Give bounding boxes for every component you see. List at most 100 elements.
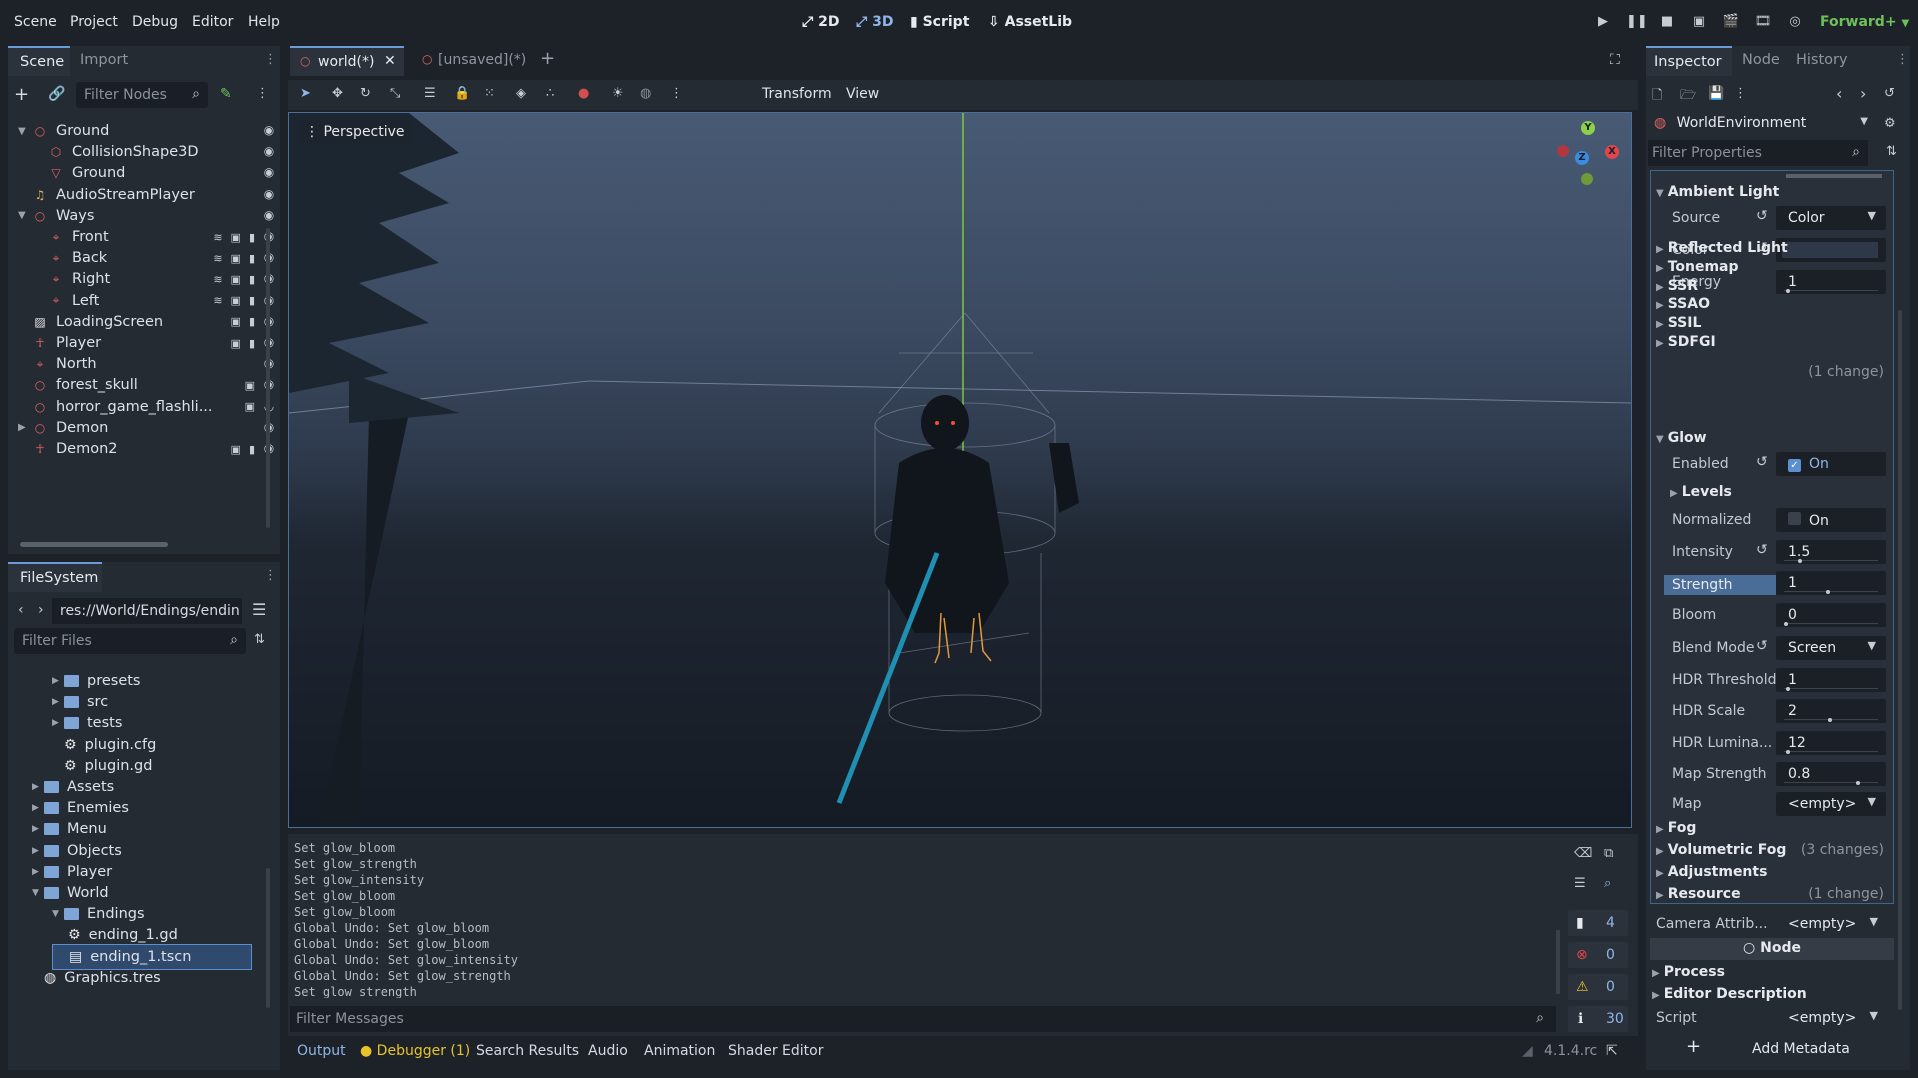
normalized-checkbox[interactable]: On <box>1776 508 1886 532</box>
script-icon[interactable]: ▮ <box>249 443 255 456</box>
local-space-icon[interactable]: ◈ <box>516 86 526 101</box>
more-icon[interactable]: ⋮ <box>1734 86 1747 101</box>
prop-value-field[interactable]: 12 <box>1776 730 1886 755</box>
group-icon[interactable]: ⁙ <box>484 86 495 101</box>
script-icon[interactable]: ▮ <box>249 252 255 265</box>
blend-mode-dropdown[interactable]: Screen ▼ <box>1776 636 1886 660</box>
prop-value-field[interactable]: 2 <box>1776 699 1886 724</box>
gizmo-y[interactable]: Y <box>1581 121 1595 135</box>
transform-menu[interactable]: Transform <box>762 86 832 102</box>
filter-properties-input[interactable]: Filter Properties ⌕ <box>1648 140 1868 166</box>
script-icon[interactable]: ▮ <box>249 337 255 350</box>
tab-debugger[interactable]: ● Debugger (1) <box>360 1043 470 1059</box>
mode-script-button[interactable]: ▮ Script <box>910 14 969 30</box>
prop-value-field[interactable]: 1 <box>1776 668 1886 692</box>
section-ssao[interactable]: ▶ SSAO <box>1656 296 1710 312</box>
tab-animation[interactable]: Animation <box>644 1043 715 1059</box>
camera-attributes-picker[interactable]: <empty> ▼ <box>1776 912 1888 936</box>
path-field[interactable]: res://World/Endings/endin <box>52 598 242 624</box>
prop-value-field[interactable]: 0.8 <box>1776 761 1886 786</box>
section-levels[interactable]: ▶ Levels <box>1670 484 1732 500</box>
scene-instance-icon[interactable]: ▣ <box>231 337 241 350</box>
menu-project[interactable]: Project <box>70 14 118 30</box>
filter-messages-input[interactable]: Filter Messages ⌕ <box>290 1006 1556 1032</box>
gizmo-neg-x[interactable] <box>1557 145 1569 157</box>
tab-history[interactable]: History <box>1796 52 1848 68</box>
object-selector[interactable]: ◍ WorldEnvironment ▼ <box>1648 112 1874 136</box>
menu-debug[interactable]: Debug <box>132 14 178 30</box>
color-picker[interactable] <box>1776 238 1886 262</box>
pause-icon[interactable]: ❚❚ <box>1626 14 1648 32</box>
menu-help[interactable]: Help <box>248 14 280 30</box>
scene-instance-icon[interactable]: ▣ <box>231 315 241 328</box>
new-resource-icon[interactable]: 🗋 <box>1652 86 1662 108</box>
gizmo-x[interactable]: X <box>1605 145 1619 159</box>
prop-value-field[interactable]: 1 <box>1776 571 1886 596</box>
files-vscrollbar[interactable] <box>266 868 270 1008</box>
sort-icon[interactable]: ⇅ <box>254 632 265 647</box>
mode-3d-button[interactable]: ⤢ 3D <box>856 14 893 30</box>
view-menu[interactable]: View <box>846 86 879 102</box>
gizmo-neg-y[interactable] <box>1581 173 1593 185</box>
tab-search-results[interactable]: Search Results <box>476 1043 579 1059</box>
perspective-menu[interactable]: ⋮ Perspective <box>299 121 411 143</box>
script-picker[interactable]: <empty> ▼ <box>1776 1006 1888 1030</box>
chevron-right-icon[interactable]: ▶ <box>52 718 59 728</box>
chevron-right-icon[interactable]: ▶ <box>32 782 39 792</box>
dock-menu-icon[interactable]: ⋮ <box>264 52 277 67</box>
camera-override-icon[interactable]: ● <box>578 86 589 101</box>
add-metadata-button[interactable]: + Add Metadata <box>1680 1036 1858 1064</box>
move-tool-icon[interactable]: ✥ <box>332 86 343 101</box>
section-process[interactable]: ▶ Process <box>1652 964 1725 980</box>
reset-icon[interactable]: ↺ <box>1756 454 1768 470</box>
errors-counter[interactable]: ⊗ 0 <box>1568 942 1628 968</box>
forward-arrow-icon[interactable]: › <box>38 602 44 618</box>
tree-hscrollbar[interactable] <box>20 542 168 547</box>
more-icon[interactable]: ⋮ <box>670 86 683 101</box>
split-mode-icon[interactable]: ☰ <box>252 600 266 619</box>
lock-icon[interactable]: 🔒 <box>454 86 470 101</box>
scene-instance-icon[interactable]: ▣ <box>231 294 241 307</box>
filesystem-menu-icon[interactable]: ⋮ <box>264 568 277 583</box>
section-sdfgi[interactable]: ▶ SDFGI <box>1656 334 1716 350</box>
fullscreen-icon[interactable]: ⛶ <box>1610 52 1620 68</box>
tab-world[interactable]: ○ world(*) ✕ <box>290 46 404 76</box>
object-tools-icon[interactable]: ⚙ <box>1884 116 1896 131</box>
view-gizmo[interactable]: Y X Z <box>1551 121 1621 191</box>
close-icon[interactable]: ✕ <box>384 53 396 69</box>
clear-output-icon[interactable]: ⌫ <box>1574 846 1592 861</box>
signal-icon[interactable]: ≋ <box>213 273 222 286</box>
stop-icon[interactable]: ■ <box>1658 14 1676 32</box>
eye-icon[interactable]: ◉ <box>261 208 277 224</box>
3d-viewport[interactable]: ⋮ Perspective Y X Z <box>288 112 1632 828</box>
tab-audio[interactable]: Audio <box>588 1043 628 1059</box>
tree-row[interactable]: ☥Demon2▣▮◉ <box>32 436 277 462</box>
map-resource-picker[interactable]: <empty> ▼ <box>1776 792 1886 816</box>
section-reflected-light[interactable]: ▶ Reflected Light <box>1656 240 1788 256</box>
section-volumetric-fog[interactable]: ▶ Volumetric Fog <box>1656 842 1786 858</box>
script-icon[interactable]: ▮ <box>249 294 255 307</box>
menu-editor[interactable]: Editor <box>192 14 233 30</box>
eye-icon[interactable]: ◉ <box>261 165 277 181</box>
messages-counter[interactable]: ▮ 4 <box>1568 910 1628 936</box>
tab-node[interactable]: Node <box>1742 52 1780 68</box>
history-forward-icon[interactable]: › <box>1860 84 1866 103</box>
section-fog[interactable]: ▶ Fog <box>1656 820 1696 836</box>
scale-tool-icon[interactable]: ⤡ <box>390 86 400 101</box>
warnings-counter[interactable]: ⚠ 0 <box>1568 974 1628 1000</box>
reset-icon[interactable]: ↺ <box>1756 638 1768 654</box>
eye-icon[interactable]: ◉ <box>261 187 277 203</box>
movie-maker-icon[interactable]: ◎ <box>1786 14 1804 32</box>
reset-icon[interactable]: ↺ <box>1756 542 1768 558</box>
select-tool-icon[interactable]: ➤ <box>300 86 311 101</box>
collapse-icon[interactable]: ☰ <box>1574 876 1586 891</box>
prop-value-field[interactable]: 1.5 <box>1776 540 1886 564</box>
energy-field[interactable]: 1 <box>1776 270 1886 294</box>
chevron-right-icon[interactable]: ▶ <box>32 867 39 877</box>
gizmo-z[interactable]: Z <box>1575 151 1589 165</box>
section-tonemap[interactable]: ▶ Tonemap <box>1656 259 1739 275</box>
chevron-down-icon[interactable]: ▼ <box>32 888 39 898</box>
section-ssil[interactable]: ▶ SSIL <box>1656 315 1701 331</box>
scene-instance-icon[interactable]: ▣ <box>231 443 241 456</box>
open-folder-icon[interactable]: 🗁 <box>1680 86 1696 108</box>
